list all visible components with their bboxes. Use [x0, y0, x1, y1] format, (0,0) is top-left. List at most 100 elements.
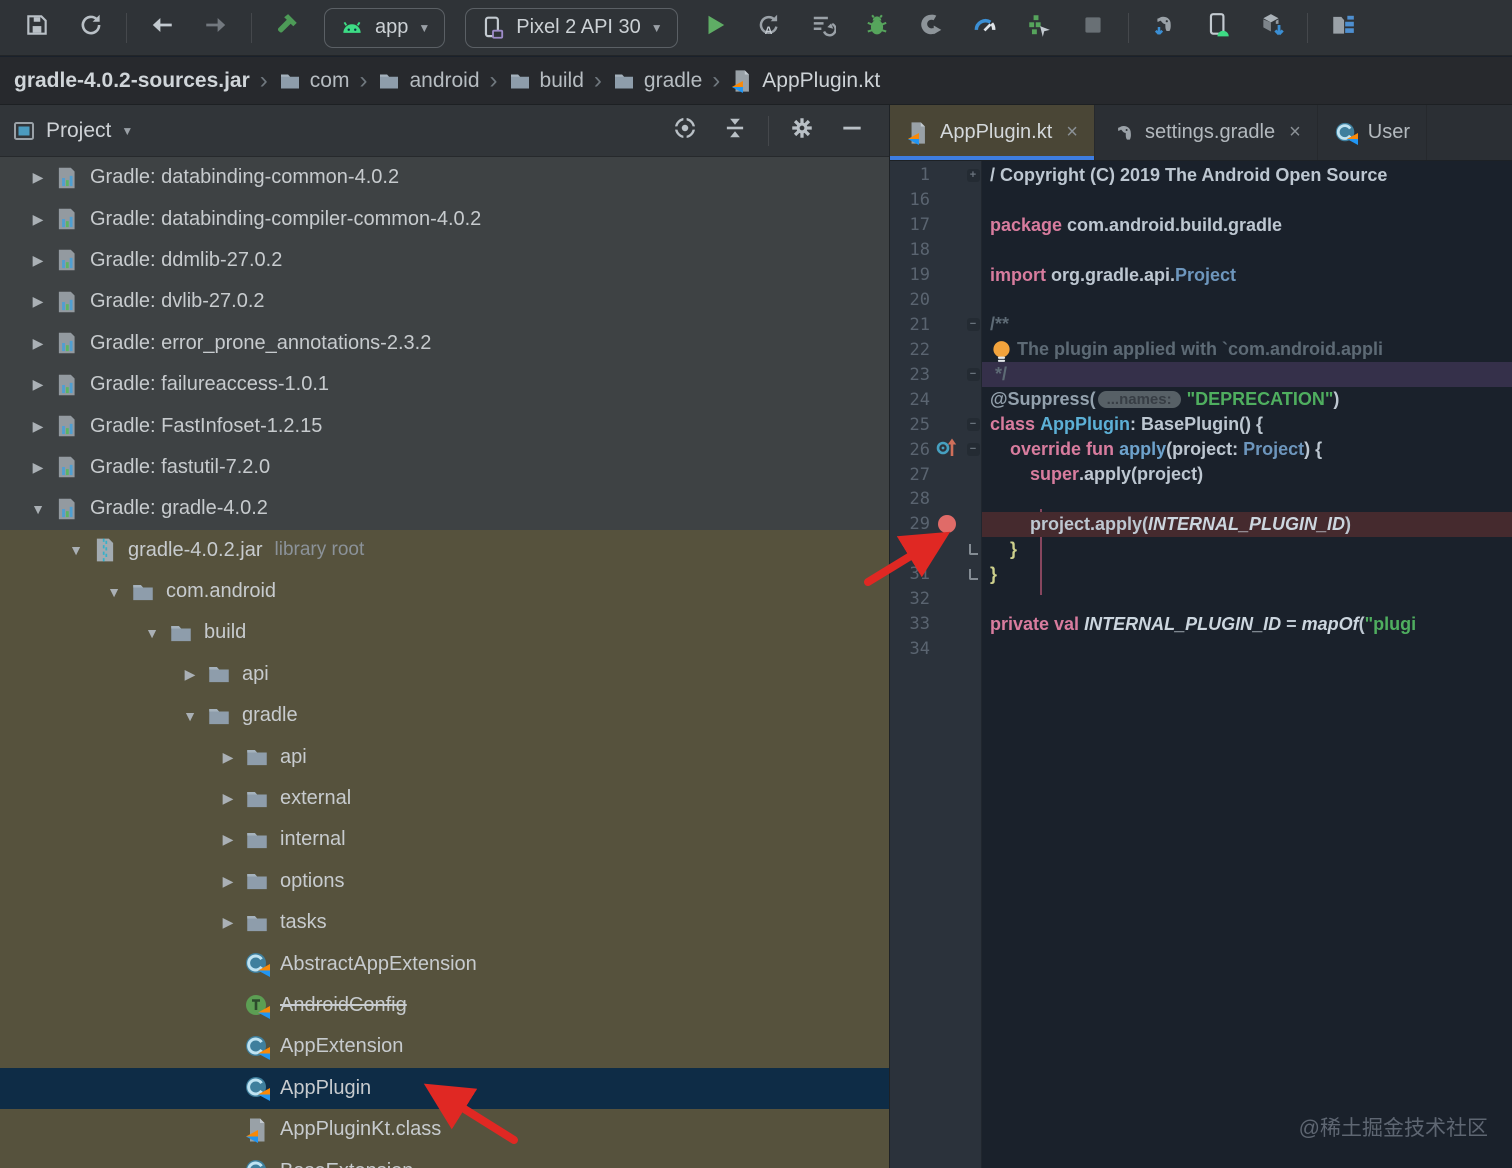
- code-line-19[interactable]: 19 import org.gradle.api. Project: [890, 263, 1512, 288]
- forward-button[interactable]: [198, 10, 234, 46]
- project-structure-button[interactable]: [1325, 10, 1361, 46]
- save-button[interactable]: [19, 10, 55, 46]
- tree-item-external[interactable]: ▶ external: [0, 778, 889, 819]
- code-line-25[interactable]: 25 − class AppPlugin: BasePlugin() {: [890, 412, 1512, 437]
- gutter-marker-area[interactable]: [930, 515, 964, 534]
- expand-arrow-icon[interactable]: ▶: [30, 376, 46, 393]
- fold-gutter[interactable]: −: [964, 368, 982, 382]
- gutter-marker-area[interactable]: [930, 435, 964, 464]
- expand-arrow-icon[interactable]: ▼: [68, 542, 84, 558]
- expand-arrow-icon[interactable]: ▼: [182, 708, 198, 724]
- run-button[interactable]: [697, 10, 733, 46]
- tree-item-gradle-4.0.2.jar[interactable]: ▼ gradle-4.0.2.jar library root: [0, 530, 889, 571]
- tree-item-gradle-ddmlib-27.0.2[interactable]: ▶ Gradle: ddmlib-27.0.2: [0, 240, 889, 281]
- expand-arrow-icon[interactable]: ▶: [30, 169, 46, 186]
- tree-item-gradle-gradle-4.0.2[interactable]: ▼ Gradle: gradle-4.0.2: [0, 488, 889, 529]
- expand-arrow-icon[interactable]: ▶: [220, 873, 236, 890]
- fold-expand-icon[interactable]: +: [966, 168, 980, 182]
- expand-arrow-icon[interactable]: ▶: [220, 749, 236, 766]
- breadcrumb-item[interactable]: build: [508, 69, 584, 93]
- fold-gutter[interactable]: [964, 543, 982, 555]
- tree-item-gradle[interactable]: ▼ gradle: [0, 695, 889, 736]
- code-line-17[interactable]: 17 package com.android.build.gradle: [890, 213, 1512, 238]
- expand-arrow-icon[interactable]: ▶: [220, 914, 236, 931]
- expand-arrow-icon[interactable]: ▶: [30, 293, 46, 310]
- code-line-27[interactable]: 27 super .apply(project): [890, 462, 1512, 487]
- tree-item-appplugin[interactable]: AppPlugin: [0, 1067, 889, 1109]
- fold-end-icon[interactable]: [968, 543, 978, 555]
- project-view-select[interactable]: Project ▼: [12, 119, 133, 143]
- tab-appplugin.kt[interactable]: AppPlugin.kt ×: [890, 105, 1095, 160]
- expand-arrow-icon[interactable]: ▶: [30, 459, 46, 476]
- close-icon[interactable]: ×: [1066, 121, 1078, 144]
- breakpoint-icon[interactable]: [938, 515, 956, 534]
- fold-end-icon[interactable]: [968, 568, 978, 580]
- code-line-23[interactable]: 23 − */: [890, 362, 1512, 388]
- tree-item-gradle-databinding-compiler-common-4.0.2[interactable]: ▶ Gradle: databinding-compiler-common-4.0…: [0, 198, 889, 239]
- tree-item-options[interactable]: ▶ options: [0, 861, 889, 902]
- fold-collapse-icon[interactable]: −: [966, 418, 980, 432]
- tree-item-api[interactable]: ▶ api: [0, 654, 889, 695]
- device-select[interactable]: Pixel 2 API 30 ▼: [465, 7, 678, 48]
- tree-item-androidconfig[interactable]: AndroidConfig: [0, 985, 889, 1026]
- expand-arrow-icon[interactable]: ▼: [144, 625, 160, 641]
- apply-code-button[interactable]: [1021, 10, 1057, 46]
- tree-item-com.android[interactable]: ▼ com.android: [0, 571, 889, 612]
- overrides-method-icon[interactable]: [935, 435, 959, 464]
- tree-item-abstractappextension[interactable]: AbstractAppExtension: [0, 943, 889, 984]
- tree-item-gradle-failureaccess-1.0.1[interactable]: ▶ Gradle: failureaccess-1.0.1: [0, 364, 889, 405]
- apply-restart-button[interactable]: A: [751, 10, 787, 46]
- device-manager-button[interactable]: [1200, 10, 1236, 46]
- code-line-29[interactable]: 29 project.apply(INTERNAL_PLUGIN_ID): [890, 511, 1512, 537]
- tree-item-gradle-databinding-common-4.0.2[interactable]: ▶ Gradle: databinding-common-4.0.2: [0, 157, 889, 198]
- sdk-manager-button[interactable]: [1254, 10, 1290, 46]
- breadcrumb-item[interactable]: gradle-4.0.2-sources.jar: [14, 69, 250, 93]
- tree-item-build[interactable]: ▼ build: [0, 612, 889, 653]
- fold-gutter[interactable]: [964, 568, 982, 580]
- tree-item-gradle-dvlib-27.0.2[interactable]: ▶ Gradle: dvlib-27.0.2: [0, 281, 889, 322]
- expand-arrow-icon[interactable]: ▼: [106, 584, 122, 600]
- code-line-1[interactable]: 1 + / Copyright (C) 2019 The Android Open …: [890, 163, 1512, 188]
- debug-button[interactable]: [859, 10, 895, 46]
- code-line-21[interactable]: 21 −/**: [890, 313, 1512, 338]
- expand-arrow-icon[interactable]: ▶: [182, 666, 198, 683]
- code-line-34[interactable]: 34: [890, 637, 1512, 662]
- code-editor[interactable]: 1 + / Copyright (C) 2019 The Android Open …: [890, 161, 1512, 1168]
- expand-arrow-icon[interactable]: ▶: [30, 418, 46, 435]
- code-line-22[interactable]: 22 *The plugin applied with `com.android…: [890, 337, 1512, 363]
- fold-collapse-icon[interactable]: −: [966, 318, 980, 332]
- code-line-33[interactable]: 33 private val INTERNAL_PLUGIN_ID = mapOf…: [890, 612, 1512, 637]
- expand-arrow-icon[interactable]: ▶: [30, 335, 46, 352]
- tab-user[interactable]: User: [1318, 105, 1427, 160]
- fold-gutter[interactable]: −: [964, 418, 982, 432]
- tree-item-internal[interactable]: ▶ internal: [0, 819, 889, 860]
- swap-lines-button[interactable]: [805, 10, 841, 46]
- fold-gutter[interactable]: +: [964, 168, 982, 182]
- code-line-28[interactable]: 28: [890, 487, 1512, 512]
- minus-button[interactable]: [834, 113, 870, 149]
- tree-item-apppluginkt.class[interactable]: AppPluginKt.class: [0, 1109, 889, 1150]
- run-configuration-select[interactable]: app ▼: [324, 7, 446, 48]
- code-line-24[interactable]: 24 @Suppress(...names: "DEPRECATION"): [890, 387, 1512, 412]
- tree-item-tasks[interactable]: ▶ tasks: [0, 902, 889, 943]
- intention-lightbulb-icon[interactable]: [988, 338, 1015, 363]
- code-line-18[interactable]: 18: [890, 238, 1512, 263]
- tree-item-gradle-error-prone-annotations-2.3.2[interactable]: ▶ Gradle: error_prone_annotations-2.3.2: [0, 323, 889, 364]
- fold-gutter[interactable]: −: [964, 443, 982, 457]
- fold-gutter[interactable]: −: [964, 318, 982, 332]
- hammer-button[interactable]: [269, 10, 305, 46]
- attach-debug-button[interactable]: [913, 10, 949, 46]
- tree-item-baseextension[interactable]: BaseExtension: [0, 1150, 889, 1168]
- tree-item-gradle-fastinfoset-1.2.15[interactable]: ▶ Gradle: FastInfoset-1.2.15: [0, 405, 889, 446]
- gradle-sync-button[interactable]: [1146, 10, 1182, 46]
- code-line-20[interactable]: 20: [890, 288, 1512, 313]
- code-line-26[interactable]: 26 − override fun apply (project: Project)…: [890, 437, 1512, 462]
- expand-arrow-icon[interactable]: ▼: [30, 501, 46, 517]
- stop-button[interactable]: [1075, 10, 1111, 46]
- breadcrumb-item[interactable]: android: [377, 69, 480, 93]
- tab-settings.gradle[interactable]: settings.gradle ×: [1095, 105, 1318, 160]
- profiler-button[interactable]: [967, 10, 1003, 46]
- code-line-30[interactable]: 30 }: [890, 537, 1512, 562]
- code-line-32[interactable]: 32: [890, 587, 1512, 612]
- breadcrumb-item[interactable]: gradle: [612, 69, 702, 93]
